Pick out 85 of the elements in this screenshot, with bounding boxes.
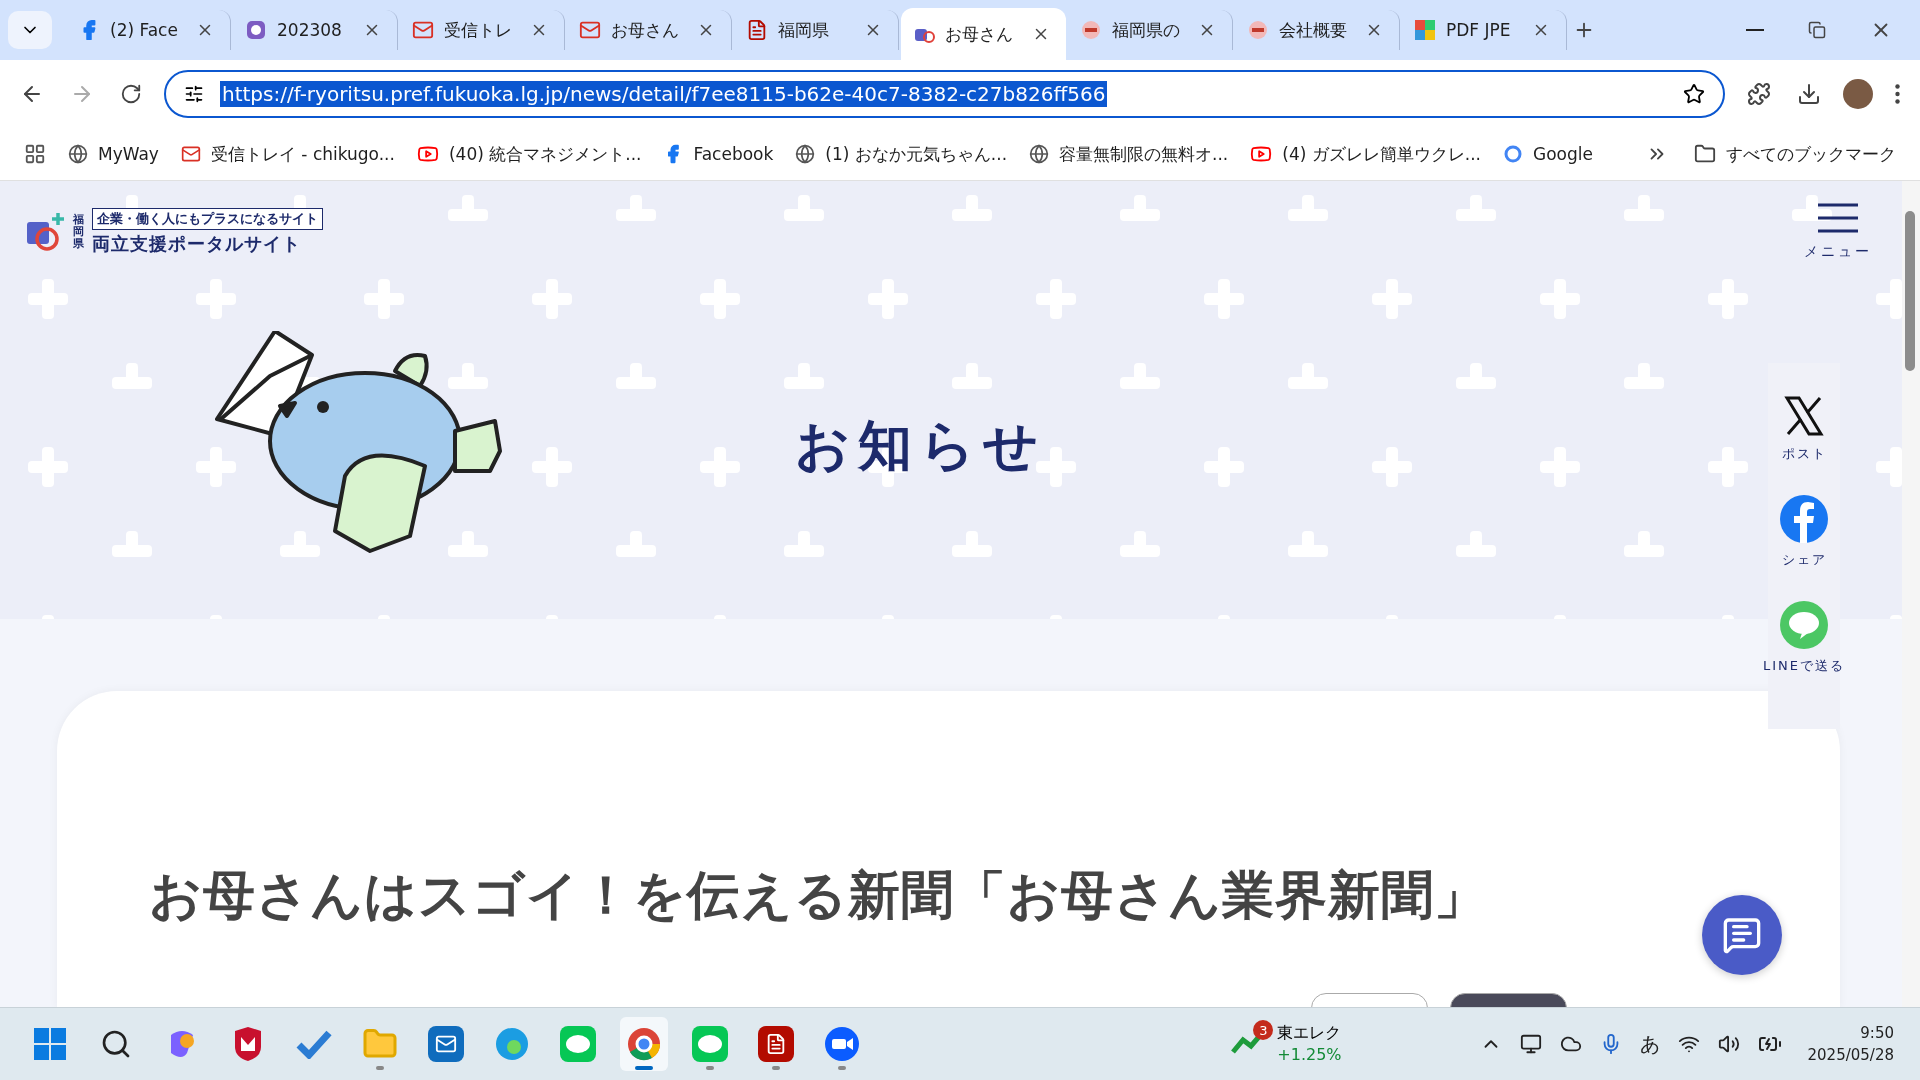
tab-title: 福岡県 xyxy=(778,18,830,42)
browser-tab[interactable]: 202308 xyxy=(233,10,398,50)
mail-icon xyxy=(412,19,434,41)
taskbar-app-button[interactable] xyxy=(620,1017,668,1071)
browser-tab[interactable]: お母さん xyxy=(901,8,1066,60)
video-app-icon xyxy=(824,1026,860,1062)
scrollbar[interactable] xyxy=(1902,181,1920,1007)
hamburger-menu-icon xyxy=(1816,203,1860,233)
volume-icon[interactable] xyxy=(1717,1033,1740,1055)
tab-title: PDF JPE xyxy=(1446,20,1512,40)
browser-tab[interactable]: 福岡県 xyxy=(734,10,899,50)
site-name[interactable]: 両立支援ポータルサイト xyxy=(92,232,323,256)
document-icon xyxy=(746,19,768,41)
tab-title: (2) Face xyxy=(110,20,179,40)
share-button[interactable]: ポスト xyxy=(1781,395,1827,463)
tab-title: 福岡県の xyxy=(1112,18,1181,42)
site-logo-icon xyxy=(25,212,65,252)
speech-bubble-icon xyxy=(697,1034,723,1054)
document-icon xyxy=(765,1033,787,1055)
app-icon xyxy=(245,19,267,41)
url-text: https://f-ryoritsu.pref.fukuoka.lg.jp/news/detail/f7ee8115-b62e-40c7-8382-c27b826ff566 xyxy=(220,81,1108,107)
profile-avatar[interactable] xyxy=(1843,79,1873,109)
browser-tab[interactable]: 福岡県の xyxy=(1068,10,1233,50)
browser-logo-icon xyxy=(626,1026,662,1062)
bookmark-star-icon[interactable] xyxy=(1683,83,1705,105)
input-method-indicator[interactable]: あ xyxy=(1639,1030,1660,1058)
apps-grid-icon[interactable] xyxy=(24,143,46,165)
prefecture-label: 福岡県 xyxy=(73,213,84,251)
more-vertical-icon xyxy=(1895,84,1900,104)
minimize-icon xyxy=(1746,29,1764,31)
folder-icon xyxy=(1694,143,1716,165)
stock-widget[interactable]: 3 東エレク +1.25% xyxy=(1231,1022,1342,1066)
tab-title: お母さん xyxy=(611,18,680,42)
site-info-icon[interactable] xyxy=(184,84,204,104)
browser-tab[interactable]: お母さん xyxy=(567,10,732,50)
x-logo-icon xyxy=(1783,395,1825,437)
stock-name: 東エレク xyxy=(1277,1022,1342,1044)
reload-icon xyxy=(120,83,142,105)
notification-badge: 3 xyxy=(1253,1020,1274,1040)
browser-tab[interactable]: (2) Face xyxy=(66,10,231,50)
tab-title: 202308 xyxy=(277,20,343,40)
globe-icon xyxy=(795,144,816,164)
chat-bubble-icon xyxy=(1780,601,1828,649)
bookmark-link[interactable]: 受信トレイ - chikugo... xyxy=(180,142,395,166)
checkmark-icon xyxy=(296,1029,332,1059)
chat-bubble-icon xyxy=(1722,915,1762,955)
page-heading: お知らせ xyxy=(795,412,1046,479)
bookmark-link[interactable]: (4) ガズレレ簡単ウクレ... xyxy=(1250,142,1481,166)
bookmark-link[interactable]: Google xyxy=(1502,144,1593,164)
bookmark-link[interactable]: (40) 統合マネジメント... xyxy=(416,142,642,166)
article-title: お母さんはスゴイ！を伝える新聞「お母さん業界新聞」 xyxy=(149,864,1487,927)
tab-title: 受信トレ xyxy=(444,18,513,42)
share-button[interactable]: LINEで送る xyxy=(1763,601,1845,675)
share-button[interactable]: シェア xyxy=(1780,495,1828,569)
search-icon xyxy=(100,1028,132,1060)
site-tagline: 企業・働く人にもプラスになるサイト xyxy=(92,208,323,230)
browser-tab[interactable]: 会社概要 xyxy=(1235,10,1400,50)
stock-change: +1.25% xyxy=(1277,1044,1342,1066)
speech-bubble-icon xyxy=(565,1034,591,1054)
facebook-icon xyxy=(1780,495,1828,543)
browser-tab[interactable]: PDF JPE xyxy=(1402,10,1567,50)
download-icon xyxy=(1797,82,1821,106)
browser-tab[interactable]: 受信トレ xyxy=(400,10,565,50)
globe-icon xyxy=(1029,144,1050,164)
all-bookmarks-link[interactable]: すべてのブックマーク xyxy=(1694,142,1896,166)
menu-button[interactable]: メニュー xyxy=(1804,203,1872,261)
envelope-icon xyxy=(435,1033,457,1055)
site-icon xyxy=(1080,19,1102,41)
tab-title: お母さん xyxy=(945,22,1014,46)
windows-logo-icon xyxy=(33,1027,67,1061)
globe-icon xyxy=(68,144,88,164)
bookmark-link[interactable]: MyWay xyxy=(68,144,159,164)
mail-icon xyxy=(579,19,601,41)
tiles-icon xyxy=(1414,19,1436,41)
bookmark-link[interactable]: 容量無制限の無料オ... xyxy=(1029,142,1229,166)
address-bar[interactable]: https://f-ryoritsu.pref.fukuoka.lg.jp/news/detail/f7ee8115-b62e-40c7-8382-c27b826ff566 xyxy=(164,70,1725,118)
shield-icon xyxy=(233,1027,263,1061)
bookmark-link[interactable]: (1) おなか元気ちゃん... xyxy=(795,142,1008,166)
puzzle-icon xyxy=(1747,82,1771,106)
tab-title: 会社概要 xyxy=(1279,18,1348,42)
mail-icon xyxy=(180,144,201,164)
clock[interactable]: 9:50 2025/05/28 xyxy=(1807,1022,1894,1066)
bookmark-link[interactable]: Facebook xyxy=(663,144,774,164)
site-icon xyxy=(1247,19,1269,41)
restore-icon xyxy=(1808,21,1826,39)
